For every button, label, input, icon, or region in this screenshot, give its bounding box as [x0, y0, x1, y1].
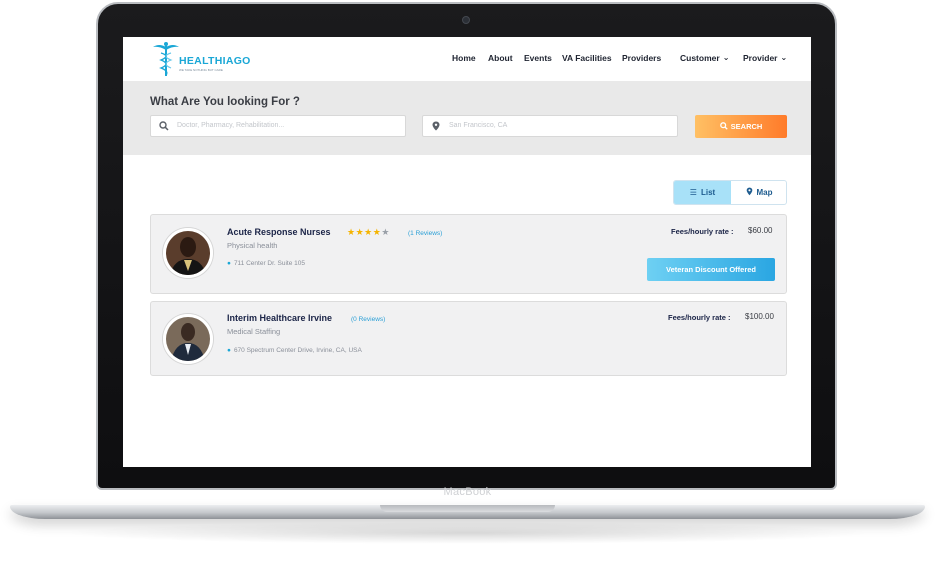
reviews-link[interactable]: (0 Reviews) — [351, 316, 385, 323]
map-view-button[interactable]: Map — [731, 181, 786, 204]
provider-card[interactable]: Interim Healthcare Irvine (0 Reviews) Me… — [150, 301, 787, 376]
search-icon — [719, 122, 728, 130]
provider-name[interactable]: Acute Response Nurses — [227, 227, 331, 237]
list-view-label: List — [700, 188, 716, 197]
location-search-input[interactable]: San Francisco, CA — [422, 115, 678, 137]
provider-category: Medical Staffing — [227, 327, 281, 336]
nav-customer-dropdown[interactable]: Customer ⌄ — [680, 53, 729, 63]
nav-providers[interactable]: Providers — [622, 53, 661, 63]
map-pin-icon: ● — [227, 260, 231, 267]
provider-address-text: 670 Spectrum Center Drive, Irvine, CA, U… — [233, 347, 362, 354]
search-button[interactable]: SEARCH — [695, 115, 787, 138]
provider-card[interactable]: Acute Response Nurses ★★★★★ (1 Reviews) … — [150, 214, 787, 294]
star-filled-icon: ★ — [355, 227, 365, 237]
nav-provider-label: Provider — [743, 53, 778, 63]
star-empty-icon: ★ — [381, 227, 390, 237]
chevron-down-icon: ⌄ — [780, 53, 788, 62]
map-pin-icon — [432, 121, 440, 131]
fee-value: $100.00 — [745, 312, 774, 321]
provider-category: Physical health — [227, 241, 278, 250]
list-icon: ☰ — [689, 188, 697, 197]
logo-tagline: WE TAKE NOTHING BUT CARE — [179, 68, 223, 72]
map-view-label: Map — [756, 188, 773, 197]
nav-about[interactable]: About — [488, 53, 513, 63]
map-pin-icon: ● — [227, 347, 231, 354]
nav-customer-label: Customer — [680, 53, 720, 63]
fee-value: $60.00 — [748, 226, 773, 235]
nav-events[interactable]: Events — [524, 53, 552, 63]
fee-label: Fees/hourly rate : — [668, 313, 731, 322]
provider-avatar — [163, 228, 213, 278]
star-filled-icon: ★ — [347, 227, 356, 237]
chevron-down-icon: ⌄ — [722, 53, 730, 62]
caduceus-icon — [153, 42, 179, 76]
provider-avatar — [163, 314, 213, 364]
rating-stars: ★★★★★ — [347, 227, 390, 238]
nav-va-facilities[interactable]: VA Facilities — [562, 53, 612, 63]
provider-name[interactable]: Interim Healthcare Irvine — [227, 313, 332, 323]
star-filled-icon: ★ — [364, 227, 373, 237]
search-heading: What Are You looking For ? — [150, 96, 300, 108]
camera-icon — [462, 16, 470, 24]
search-section: What Are You looking For ? Doctor, Pharm… — [123, 81, 811, 155]
person-photo-icon — [166, 317, 210, 361]
provider-address: ● 711 Center Dr. Suite 105 — [227, 260, 305, 267]
provider-address: ● 670 Spectrum Center Drive, Irvine, CA, … — [227, 347, 362, 354]
top-navbar: HEALTHIAGO WE TAKE NOTHING BUT CARE Home… — [123, 37, 811, 81]
fee-label: Fees/hourly rate : — [671, 227, 734, 236]
nav-provider-dropdown[interactable]: Provider ⌄ — [743, 53, 787, 63]
nav-home[interactable]: Home — [452, 53, 476, 63]
laptop-notch — [380, 505, 555, 512]
keyword-search-input[interactable]: Doctor, Pharmacy, Rehabilitation... — [150, 115, 406, 137]
laptop-shadow — [60, 522, 875, 544]
reviews-link[interactable]: (1 Reviews) — [408, 230, 442, 237]
provider-address-text: 711 Center Dr. Suite 105 — [233, 260, 305, 267]
list-view-button[interactable]: ☰ List — [674, 181, 731, 204]
veteran-discount-button[interactable]: Veteran Discount Offered — [647, 258, 775, 281]
keyword-placeholder: Doctor, Pharmacy, Rehabilitation... — [177, 122, 285, 129]
search-button-label: SEARCH — [730, 122, 763, 131]
view-toggle: ☰ List Map — [673, 180, 787, 205]
map-pin-icon — [746, 187, 752, 196]
healthiago-logo[interactable]: HEALTHIAGO WE TAKE NOTHING BUT CARE — [151, 41, 250, 77]
search-icon — [159, 121, 169, 131]
browser-screen: HEALTHIAGO WE TAKE NOTHING BUT CARE Home… — [123, 37, 811, 467]
device-brand-label: MacBook — [443, 486, 492, 498]
location-placeholder: San Francisco, CA — [449, 122, 508, 129]
person-photo-icon — [166, 231, 210, 275]
logo-text: HEALTHIAGO — [179, 55, 251, 67]
